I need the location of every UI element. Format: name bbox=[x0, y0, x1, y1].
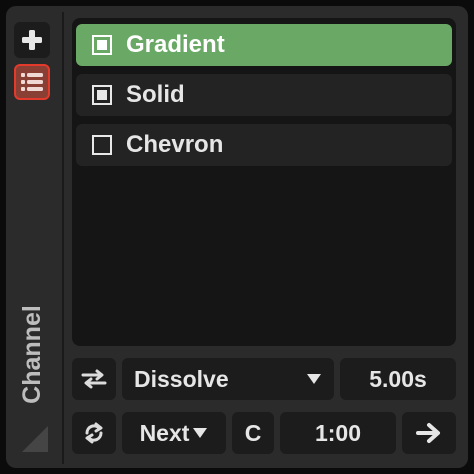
list-item-gradient[interactable]: Gradient bbox=[76, 24, 452, 66]
channel-label-text: Channel bbox=[17, 304, 46, 404]
list-item-label: Gradient bbox=[126, 31, 225, 58]
transition-dropdown[interactable]: Dissolve bbox=[122, 358, 334, 400]
time-field[interactable]: 1:00 bbox=[280, 412, 396, 454]
list-item-label: Chevron bbox=[126, 131, 224, 158]
duration-field[interactable]: 5.00s bbox=[340, 358, 456, 400]
loop-icon bbox=[85, 422, 103, 444]
sidebar-divider bbox=[62, 12, 64, 464]
c-button-label: C bbox=[244, 419, 262, 446]
channel-panel: Channel Gradient Solid Chevron Dissolve bbox=[6, 6, 468, 468]
duration-value: 5.00s bbox=[369, 365, 427, 392]
arrow-right-icon bbox=[416, 423, 440, 443]
list-item-label: Solid bbox=[126, 81, 185, 108]
checkbox-solid[interactable] bbox=[92, 85, 112, 105]
go-next-button[interactable] bbox=[402, 412, 456, 454]
list-item-chevron[interactable]: Chevron bbox=[76, 124, 452, 166]
list-view-button[interactable] bbox=[14, 64, 50, 100]
mode-dropdown[interactable]: Next bbox=[122, 412, 226, 454]
loop-button[interactable] bbox=[72, 412, 116, 454]
checkbox-gradient[interactable] bbox=[92, 35, 112, 55]
checkbox-chevron[interactable] bbox=[92, 135, 112, 155]
time-value: 1:00 bbox=[314, 419, 362, 446]
mode-value: Next bbox=[139, 419, 190, 446]
resize-corner-handle[interactable] bbox=[22, 426, 48, 452]
list-icon bbox=[21, 73, 43, 91]
dropdown-caret-icon bbox=[193, 428, 208, 438]
dropdown-caret-icon bbox=[307, 374, 321, 384]
channel-label: Channel bbox=[8, 294, 56, 414]
swap-arrows-icon bbox=[81, 369, 107, 389]
swap-button[interactable] bbox=[72, 358, 116, 400]
c-button[interactable]: C bbox=[232, 412, 274, 454]
channel-sidebar: Channel bbox=[6, 6, 62, 468]
add-button[interactable] bbox=[14, 22, 50, 58]
source-list: Gradient Solid Chevron bbox=[72, 18, 456, 346]
list-item-solid[interactable]: Solid bbox=[76, 74, 452, 116]
plus-icon bbox=[22, 30, 42, 50]
transition-value: Dissolve bbox=[134, 365, 229, 392]
